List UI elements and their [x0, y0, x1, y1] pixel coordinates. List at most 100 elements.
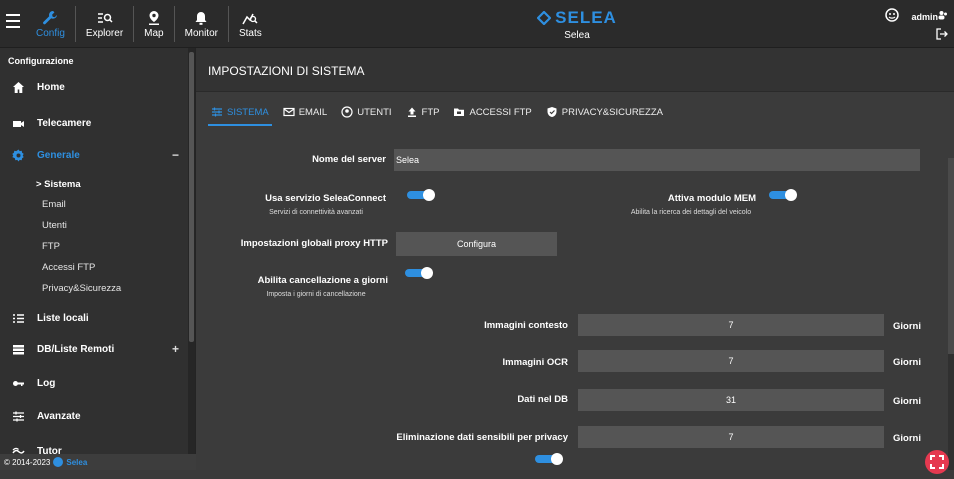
gear-icon: [12, 149, 24, 161]
folder-icon: [454, 108, 465, 116]
mem-desc: Abilita la ricerca dei dettagli del veic…: [630, 209, 752, 216]
tab-label: ACCESSI FTP: [469, 106, 532, 118]
retention-context-unit: Giorni: [893, 321, 921, 332]
sidebar-title: Configurazione: [8, 56, 74, 66]
delete-days-desc: Imposta i giorni di cancellazione: [266, 291, 366, 298]
retention-privacy-input[interactable]: 7: [578, 426, 884, 448]
server-name-input[interactable]: Selea: [394, 149, 920, 171]
home-icon: [13, 81, 24, 93]
mem-toggle[interactable]: [769, 189, 797, 201]
tab-accessi-ftp[interactable]: ACCESSI FTP: [446, 104, 538, 126]
users-icon: [938, 11, 947, 20]
nav-explorer-button[interactable]: Explorer: [74, 6, 133, 42]
proxy-label: Impostazioni globali proxy HTTP: [240, 238, 388, 249]
stats-icon: [242, 13, 258, 24]
sidebar-item-db-liste-remoti[interactable]: DB/Liste Remoti +: [0, 338, 189, 360]
nav-stats-label: Stats: [238, 27, 262, 39]
seleaconnect-label: Usa servizio SeleaConnect: [265, 193, 386, 204]
nav-monitor-button[interactable]: Monitor: [173, 6, 228, 42]
nav-explorer-label: Explorer: [85, 27, 124, 39]
sidebar-subitem-privacy[interactable]: Privacy&Sicurezza: [42, 283, 121, 294]
tab-utenti[interactable]: UTENTI: [334, 104, 398, 126]
sidebar-subitem-utenti[interactable]: Utenti: [42, 220, 67, 231]
brand-name: SELEA: [555, 8, 617, 27]
delete-days-toggle[interactable]: [405, 267, 433, 279]
tab-ftp[interactable]: FTP: [399, 104, 447, 126]
sidebar-item-liste-locali[interactable]: Liste locali: [0, 307, 189, 329]
logout-icon[interactable]: [936, 28, 948, 40]
sidebar-item-label: Generale: [37, 149, 80, 161]
mem-label: Attiva modulo MEM: [667, 193, 756, 204]
nav-config-label: Config: [36, 27, 65, 39]
sidebar-subitem-sistema[interactable]: > Sistema: [36, 179, 81, 190]
tab-label: UTENTI: [357, 106, 392, 118]
tab-label: FTP: [421, 106, 440, 118]
retention-db-input[interactable]: 31: [578, 389, 884, 411]
nav-monitor-label: Monitor: [184, 27, 218, 39]
upload-icon: [407, 107, 416, 117]
retention-ocr-input[interactable]: 7: [578, 350, 884, 372]
content-scrollbar[interactable]: [948, 158, 954, 470]
top-nav: Config Explorer Map Monitor Stats: [26, 6, 272, 42]
sidebar-scrollbar[interactable]: [188, 48, 195, 470]
sidebar-subitem-email[interactable]: Email: [42, 199, 66, 210]
sidebar-item-log[interactable]: Log: [0, 372, 189, 394]
retention-ocr-unit: Giorni: [893, 357, 921, 368]
sidebar-subitem-accessi-ftp[interactable]: Accessi FTP: [42, 262, 95, 273]
sidebar-item-label: Telecamere: [37, 117, 92, 129]
main-content: IMPOSTAZIONI DI SISTEMA SISTEMA EMAIL UT…: [196, 48, 954, 470]
sidebar-item-generale[interactable]: Generale −: [0, 144, 189, 166]
delete-days-label: Abilita cancellazione a giorni: [257, 275, 388, 286]
expand-toggle[interactable]: +: [172, 342, 179, 356]
sidebar-subitem-ftp[interactable]: FTP: [42, 241, 60, 252]
top-bar: Config Explorer Map Monitor Stats SELEA …: [0, 0, 954, 48]
sidebar-item-label: DB/Liste Remoti: [37, 343, 115, 355]
list-icon: [13, 313, 24, 323]
mail-icon: [283, 107, 295, 117]
tab-privacy-sicurezza[interactable]: PRIVACY&SICUREZZA: [539, 104, 670, 126]
sidebar-item-avanzate[interactable]: Avanzate: [0, 405, 189, 427]
bell-icon: [195, 11, 207, 25]
sidebar-item-label: Home: [37, 81, 65, 93]
page-header: IMPOSTAZIONI DI SISTEMA: [196, 48, 954, 92]
user-circle-icon: [341, 106, 353, 118]
proxy-configure-button[interactable]: Configura: [396, 232, 557, 256]
tab-label: EMAIL: [298, 106, 328, 118]
sidebar: Configurazione Home Telecamere Generale …: [0, 48, 196, 470]
nav-stats-button[interactable]: Stats: [227, 6, 272, 42]
sidebar-item-label: Log: [37, 377, 56, 389]
retention-context-input[interactable]: 7: [578, 314, 884, 336]
retention-db-unit: Giorni: [893, 396, 921, 407]
server-name-label: Nome del server: [312, 154, 386, 165]
menu-icon[interactable]: [6, 14, 20, 28]
footer-brand: Selea: [66, 457, 88, 467]
sidebar-item-home[interactable]: Home: [0, 76, 189, 98]
fullscreen-button[interactable]: [925, 450, 949, 474]
tab-email[interactable]: EMAIL: [276, 104, 335, 126]
seleaconnect-desc: Servizi di connettività avanzati: [269, 209, 363, 216]
collapse-toggle[interactable]: −: [172, 148, 179, 162]
shield-icon: [547, 107, 557, 117]
settings-tabs: SISTEMA EMAIL UTENTI FTP ACCESSI FTP PRI…: [204, 104, 670, 126]
wrench-icon: [43, 10, 58, 24]
tab-sistema[interactable]: SISTEMA: [204, 104, 276, 126]
sliders-icon: [212, 107, 222, 117]
sidebar-item-label: Avanzate: [37, 410, 81, 422]
seleaconnect-toggle[interactable]: [407, 189, 435, 201]
nav-config-button[interactable]: Config: [26, 6, 75, 42]
camera-icon: [13, 120, 24, 127]
nav-map-button[interactable]: Map: [133, 6, 173, 42]
retention-context-label: Immagini contesto: [484, 320, 568, 331]
user-area: admin: [885, 6, 948, 42]
diamond-logo-icon: [537, 11, 552, 25]
sidebar-item-telecamere[interactable]: Telecamere: [0, 112, 189, 134]
privacy-toggle[interactable]: [535, 453, 563, 465]
user-name: admin: [911, 12, 938, 22]
sidebar-item-label: Liste locali: [37, 312, 89, 324]
selea-info-icon: [53, 457, 64, 467]
database-list-icon: [13, 344, 24, 354]
page-title: IMPOSTAZIONI DI SISTEMA: [208, 64, 365, 78]
nav-map-label: Map: [144, 27, 164, 39]
brand-logo: SELEA Selea: [532, 8, 622, 41]
user-avatar-icon[interactable]: [884, 7, 900, 23]
